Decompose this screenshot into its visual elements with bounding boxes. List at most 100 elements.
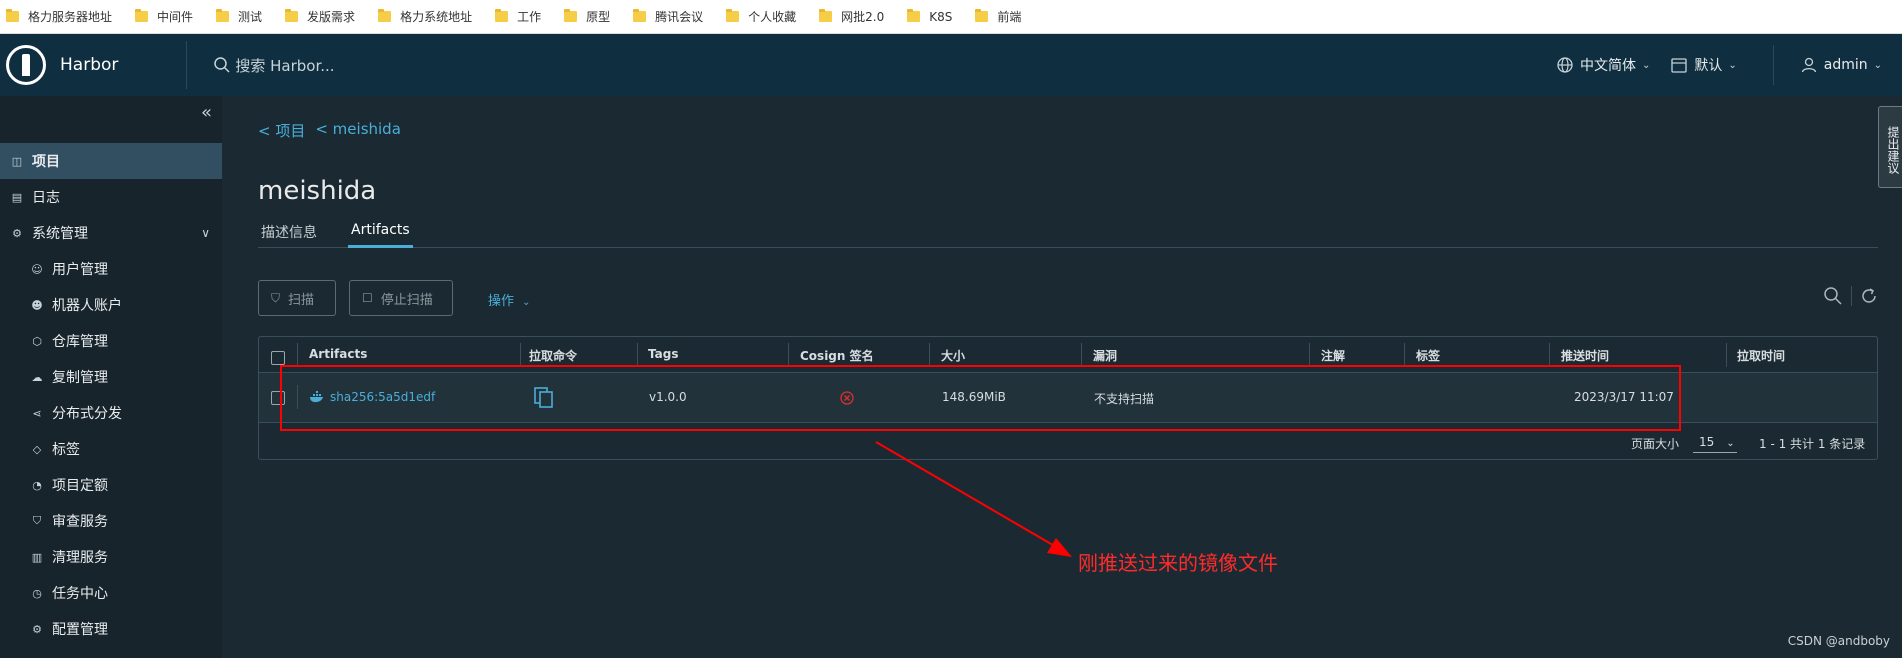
tag-icon: ◇ — [32, 442, 42, 456]
collapse-sidebar-icon[interactable]: « — [201, 102, 212, 123]
feedback-tab[interactable]: 提出建议 — [1878, 106, 1902, 188]
globe-icon — [1557, 57, 1573, 73]
column-header-tags[interactable]: Tags — [648, 347, 678, 361]
artifact-push-time: 2023/3/17 11:07 — [1574, 390, 1674, 404]
folder-icon — [564, 9, 578, 22]
bookmark-item[interactable]: 腾讯会议 — [633, 8, 703, 25]
sidebar-item-logs[interactable]: ▤ 日志 — [0, 179, 222, 215]
sidebar-item-configuration[interactable]: ⚙ 配置管理 — [0, 611, 222, 647]
stop-scan-button[interactable]: ☐ 停止扫描 — [349, 280, 453, 316]
column-separator — [297, 385, 298, 409]
column-separator — [1726, 343, 1727, 367]
folder-icon — [975, 9, 989, 22]
tab-summary[interactable]: 描述信息 — [258, 222, 320, 248]
sidebar-item-job-service[interactable]: ◷ 任务中心 — [0, 575, 222, 611]
bookmark-item[interactable]: 发版需求 — [285, 8, 355, 25]
actions-dropdown[interactable]: 操作 ⌄ — [488, 290, 530, 309]
column-header-vulnerabilities[interactable]: 漏洞 — [1093, 347, 1117, 364]
scan-button[interactable]: ⛉ 扫描 — [258, 280, 336, 316]
tab-artifacts[interactable]: Artifacts — [348, 222, 413, 248]
table-footer: 页面大小 15 ⌄ 1 - 1 共计 1 条记录 — [259, 423, 1877, 459]
folder-icon — [726, 9, 740, 22]
column-header-labels[interactable]: 标签 — [1416, 347, 1440, 364]
chevron-down-icon: ⌄ — [1641, 59, 1651, 71]
docker-icon — [310, 391, 323, 403]
bookmarks-bar: 格力服务器地址 中间件 测试 发版需求 格力系统地址 工作 原型 腾讯会议 个人… — [0, 0, 1902, 34]
sidebar-item-robot-accounts[interactable]: ☻ 机器人账户 — [0, 287, 222, 323]
chevron-down-icon: ⌄ — [522, 297, 531, 308]
trash-icon: ▥ — [31, 550, 43, 564]
bookmark-item[interactable]: 原型 — [564, 8, 610, 25]
search-icon[interactable] — [1823, 286, 1843, 306]
column-separator — [1404, 343, 1405, 367]
user-icon — [1801, 57, 1816, 73]
sidebar-item-users[interactable]: ☺ 用户管理 — [0, 251, 222, 287]
bookmark-item[interactable]: 网批2.0 — [819, 8, 884, 25]
folder-icon — [633, 9, 647, 22]
sidebar-item-clean-up[interactable]: ▥ 清理服务 — [0, 539, 222, 575]
refresh-icon[interactable] — [1860, 287, 1878, 305]
column-separator — [520, 343, 521, 367]
folder-icon — [216, 9, 230, 22]
artifact-tags: v1.0.0 — [649, 390, 687, 404]
annotation-text: 刚推送过来的镜像文件 — [1078, 551, 1278, 575]
watermark: CSDN @andboby — [1787, 634, 1890, 648]
replication-icon: ☁ — [31, 370, 43, 384]
row-checkbox[interactable] — [271, 391, 285, 405]
harbor-logo-icon[interactable] — [6, 45, 46, 85]
folder-icon — [378, 9, 392, 22]
page-size-select[interactable]: 15 ⌄ — [1693, 431, 1737, 453]
sidebar-item-replications[interactable]: ☁ 复制管理 — [0, 359, 222, 395]
breadcrumb-project-link[interactable]: < meishida — [315, 120, 401, 141]
bookmark-item[interactable]: K8S — [907, 9, 952, 24]
column-separator — [1081, 343, 1082, 367]
sidebar-item-interrogation[interactable]: ⛉ 审查服务 — [0, 503, 222, 539]
global-search[interactable]: 搜索 Harbor... — [213, 55, 335, 76]
sidebar: « ◫ 项目 ▤ 日志 ⚙ 系统管理 ∨ ☺ 用户管理 ☻ 机器人账户 ⬡ 仓库管理 ☁ 复制管… — [0, 96, 222, 658]
bookmark-item[interactable]: 个人收藏 — [726, 8, 796, 25]
bookmark-item[interactable]: 测试 — [216, 8, 262, 25]
bookmark-item[interactable]: 前端 — [975, 8, 1021, 25]
column-header-size[interactable]: 大小 — [941, 347, 965, 364]
sidebar-item-registries[interactable]: ⬡ 仓库管理 — [0, 323, 222, 359]
unsigned-icon — [840, 391, 854, 405]
sidebar-item-labels[interactable]: ◇ 标签 — [0, 431, 222, 467]
table-row[interactable]: sha256:5a5d1edf v1.0.0 148.69MiB 不支持扫描 2… — [259, 373, 1877, 423]
column-separator — [297, 343, 298, 367]
chevron-down-icon: ⌄ — [1726, 438, 1735, 449]
bookmark-item[interactable]: 格力系统地址 — [378, 8, 472, 25]
column-header-push-time[interactable]: 推送时间 — [1561, 347, 1609, 364]
shield-check-icon: ⛉ — [271, 290, 281, 305]
sidebar-item-administration[interactable]: ⚙ 系统管理 ∨ — [0, 215, 222, 251]
column-header-artifacts[interactable]: Artifacts — [309, 347, 367, 361]
user-menu[interactable]: admin ⌄ — [1800, 56, 1882, 74]
column-header-annotations[interactable]: 注解 — [1321, 347, 1345, 364]
chevron-down-icon: ⌄ — [1873, 59, 1882, 71]
column-separator — [637, 343, 638, 367]
select-all-checkbox[interactable] — [271, 351, 285, 365]
artifact-digest-link[interactable]: sha256:5a5d1edf — [330, 390, 435, 404]
brand-name[interactable]: Harbor — [60, 55, 118, 75]
bookmark-item[interactable]: 中间件 — [135, 8, 193, 25]
stop-icon: ☐ — [362, 291, 373, 305]
sidebar-item-distributions[interactable]: ⋖ 分布式分发 — [0, 395, 222, 431]
clock-icon: ◷ — [32, 586, 42, 600]
column-header-pull-time[interactable]: 拉取时间 — [1737, 347, 1785, 364]
language-selector[interactable]: 中文简体 ⌄ — [1556, 55, 1650, 75]
bookmark-item[interactable]: 格力服务器地址 — [6, 8, 112, 25]
theme-selector[interactable]: 默认 ⌄ — [1670, 55, 1737, 75]
artifact-size: 148.69MiB — [942, 390, 1006, 404]
folder-icon — [6, 9, 19, 22]
sidebar-item-projects[interactable]: ◫ 项目 — [0, 143, 222, 179]
column-separator — [1549, 343, 1550, 367]
breadcrumb: < 项目 < meishida — [258, 120, 411, 141]
users-icon: ☺ — [31, 262, 43, 276]
column-header-cosign[interactable]: Cosign 签名 — [800, 347, 874, 364]
sidebar-item-quotas[interactable]: ◔ 项目定额 — [0, 467, 222, 503]
logs-icon: ▤ — [11, 190, 23, 204]
bookmark-item[interactable]: 工作 — [495, 8, 541, 25]
tab-bar: 描述信息 Artifacts — [258, 222, 1878, 248]
column-header-pull-command[interactable]: 拉取命令 — [529, 347, 577, 364]
breadcrumb-projects-link[interactable]: < 项目 — [258, 120, 305, 141]
copy-icon[interactable] — [534, 387, 554, 409]
